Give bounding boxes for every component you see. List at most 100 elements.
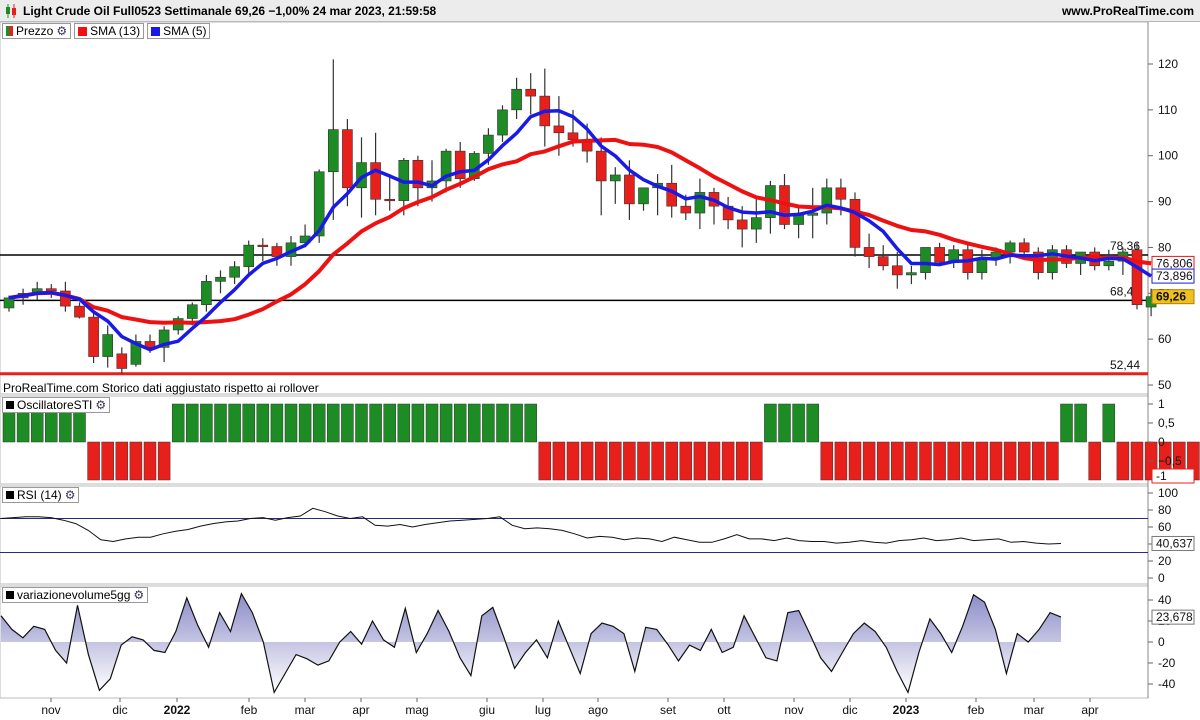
osc-bar <box>975 441 989 481</box>
osc-bar <box>439 403 453 443</box>
candle-body <box>624 174 635 205</box>
candle-body <box>483 134 494 154</box>
osc-bar <box>665 441 678 481</box>
rsi-label: RSI (14) <box>17 488 62 502</box>
rsi-tick-label: 80 <box>1158 503 1172 517</box>
legend-price[interactable]: Prezzo ⚙ <box>2 23 72 39</box>
candle-body <box>342 129 353 189</box>
osc-bar <box>143 441 157 481</box>
black-square-icon <box>6 591 14 599</box>
candle-body <box>102 334 113 357</box>
x-tick-label: apr <box>352 703 369 717</box>
osc-bar <box>679 441 693 481</box>
candle-body <box>327 129 339 173</box>
osc-bar <box>566 441 580 481</box>
osc-bar <box>298 403 312 443</box>
price-tick-label: 50 <box>1158 378 1172 392</box>
rsi-tick-label: 0 <box>1158 571 1165 585</box>
osc-bar <box>651 441 664 481</box>
candle-body <box>976 258 988 273</box>
rsi-last-label-text: 40,637 <box>1156 536 1193 550</box>
candle-body <box>243 244 254 267</box>
osc-legend[interactable]: OscillatoreSTI ⚙ <box>2 397 111 413</box>
wrench-icon[interactable]: ⚙ <box>95 398 106 412</box>
osc-bar <box>214 403 227 443</box>
rsi-legend[interactable]: RSI (14) ⚙ <box>2 487 80 503</box>
rsi-panel <box>0 485 1149 585</box>
candle-body <box>906 272 917 276</box>
x-tick-label: dic <box>112 703 127 717</box>
osc-tick-label: −0,5 <box>1158 454 1182 468</box>
osc-bar <box>524 403 537 443</box>
candle-body <box>863 247 875 257</box>
osc-bar <box>510 403 523 443</box>
osc-bar <box>1003 441 1017 481</box>
osc-bar <box>200 403 213 443</box>
osc-bar <box>129 441 143 481</box>
red-square-icon <box>78 26 88 36</box>
osc-bar <box>1017 441 1031 481</box>
candle-body <box>1103 260 1115 267</box>
legend-sma13[interactable]: SMA (13) <box>74 23 145 39</box>
osc-bar <box>411 403 425 443</box>
price-last-label-text: 69,26 <box>1156 290 1186 304</box>
osc-bar <box>270 403 284 443</box>
osc-bar <box>369 403 382 443</box>
osc-last-label: -1 <box>1151 468 1195 484</box>
osc-bar <box>891 441 904 481</box>
osc-bar <box>961 441 975 481</box>
black-square-icon <box>6 491 14 499</box>
x-tick-label: feb <box>968 703 985 717</box>
wrench-icon[interactable]: ⚙ <box>56 24 67 38</box>
x-tick-label: feb <box>241 703 258 717</box>
osc-bar <box>721 441 735 481</box>
x-tick-label: 2023 <box>893 703 920 717</box>
candle-body <box>934 247 945 263</box>
rsi-tick-label: 100 <box>1158 486 1178 500</box>
rsi-tick-label: 60 <box>1158 520 1172 534</box>
legend-sma5[interactable]: SMA (5) <box>147 23 211 39</box>
vol-legend[interactable]: variazionevolume5gg ⚙ <box>2 587 149 603</box>
wrench-icon[interactable]: ⚙ <box>133 588 144 602</box>
x-tick-label: set <box>660 703 677 717</box>
candle-body <box>849 198 861 248</box>
vol-label: variazionevolume5gg <box>17 588 131 602</box>
osc-bar <box>101 441 114 481</box>
candle-body <box>525 88 537 97</box>
osc-tick-label: 1 <box>1158 397 1165 411</box>
osc-bar <box>919 441 932 481</box>
x-tick-label: ago <box>588 703 608 717</box>
osc-bar <box>947 441 960 481</box>
wrench-icon[interactable]: ⚙ <box>65 488 76 502</box>
osc-bar <box>327 403 340 443</box>
hline-label-2: 52,44 <box>1110 358 1140 372</box>
candle-body <box>891 265 903 276</box>
osc-bar <box>538 441 552 481</box>
candle-body <box>1131 249 1143 306</box>
osc-tick-label: 0,5 <box>1158 416 1175 430</box>
osc-bar <box>341 403 354 443</box>
osc-bar <box>580 441 594 481</box>
price-last-label: 69,26 <box>1151 289 1195 305</box>
x-tick-label: mar <box>1024 703 1045 717</box>
vol-last-label-text: 23,678 <box>1156 610 1193 624</box>
candle-body <box>187 304 198 319</box>
osc-bar <box>764 403 777 443</box>
candle-body <box>74 305 85 318</box>
osc-bar <box>312 403 326 443</box>
vol-tick-label: 0 <box>1158 635 1165 649</box>
osc-bar <box>778 403 791 443</box>
vol-last-label: 23,678 <box>1151 609 1195 625</box>
price-panel <box>0 21 1149 395</box>
candle-body <box>567 132 579 140</box>
osc-bar <box>820 441 834 481</box>
candle-body <box>920 247 931 273</box>
osc-bar <box>862 441 876 481</box>
candle-icon <box>6 26 13 36</box>
price-tick-label: 100 <box>1158 149 1178 163</box>
osc-bar <box>1060 403 1073 443</box>
osc-bar <box>157 441 171 481</box>
legend-price-label: Prezzo <box>16 24 54 38</box>
osc-bar <box>453 403 467 443</box>
osc-bar <box>256 403 270 443</box>
